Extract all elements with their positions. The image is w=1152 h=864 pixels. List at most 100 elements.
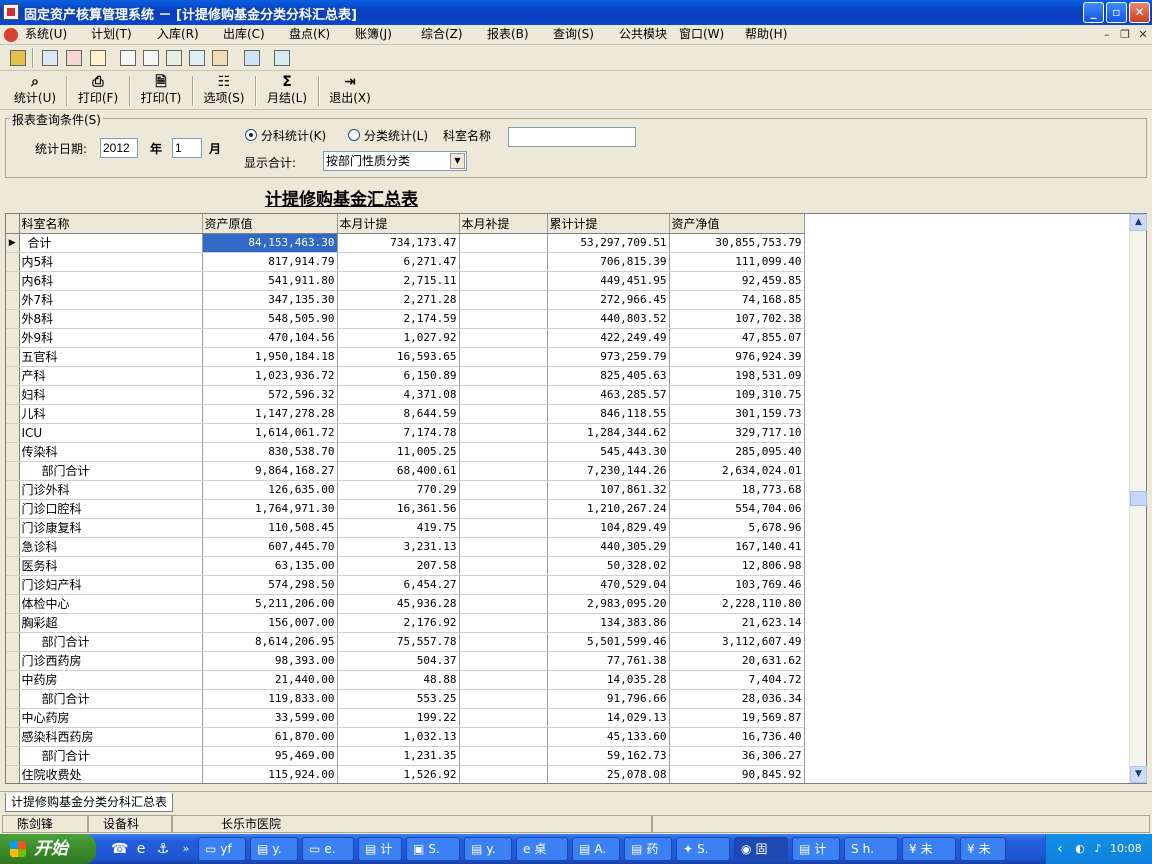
cell-month-accrual[interactable]: 2,176.92 [337,613,460,633]
tray-volume-icon[interactable]: ♪ [1090,841,1106,857]
cell-accumulated[interactable]: 706,815.39 [547,252,670,272]
cell-accumulated[interactable]: 134,383.86 [547,613,670,633]
cell-month-supplement[interactable] [459,461,548,481]
cell-net-value[interactable]: 20,631.62 [669,651,805,671]
cell-month-supplement[interactable] [459,366,548,386]
cell-accumulated[interactable]: 7,230,144.26 [547,461,670,481]
cell-month-supplement[interactable] [459,290,548,310]
table-row[interactable]: 部门合计 119,833.00 553.25 91,796.66 28,036.34 [6,689,805,709]
cell-original-value[interactable]: 98,393.00 [202,651,338,671]
menu-window[interactable]: 窗口(W) [679,26,724,43]
cell-dept-name[interactable]: 部门合计 [19,632,203,652]
cell-month-supplement[interactable] [459,347,548,367]
cell-dept-name[interactable]: 外7科 [19,290,203,310]
cell-dept-name[interactable]: 内5科 [19,252,203,272]
row-indicator[interactable] [6,765,20,783]
table-row[interactable]: 外8科 548,505.90 2,174.59 440,803.52 107,702.3… [6,309,805,329]
cell-net-value[interactable]: 5,678.96 [669,518,805,538]
menu-plan[interactable]: 计划(T) [91,26,132,43]
cell-net-value[interactable]: 28,036.34 [669,689,805,709]
cell-month-accrual[interactable]: 734,173.47 [337,233,460,253]
cell-month-supplement[interactable] [459,499,548,519]
cell-accumulated[interactable]: 91,796.66 [547,689,670,709]
cell-month-accrual[interactable]: 7,174.78 [337,423,460,443]
cell-net-value[interactable]: 21,623.14 [669,613,805,633]
cell-dept-name[interactable]: 儿科 [19,404,203,424]
cell-dept-name[interactable]: 外8科 [19,309,203,329]
cell-month-accrual[interactable]: 199.22 [337,708,460,728]
cell-dept-name[interactable]: 门诊外科 [19,480,203,500]
cell-month-supplement[interactable] [459,271,548,291]
table-row[interactable]: ICU 1,614,061.72 7,174.78 1,284,344.62 329,7… [6,423,805,443]
scroll-down-icon[interactable]: ▼ [1130,766,1147,783]
cell-original-value[interactable]: 607,445.70 [202,537,338,557]
cell-net-value[interactable]: 74,168.85 [669,290,805,310]
cell-net-value[interactable]: 18,773.68 [669,480,805,500]
cell-net-value[interactable]: 92,459.85 [669,271,805,291]
cell-original-value[interactable]: 61,870.00 [202,727,338,747]
table-row[interactable]: 部门合计 8,614,206.95 75,557.78 5,501,599.46 3,1… [6,632,805,652]
key-icon[interactable] [10,50,26,66]
cell-net-value[interactable]: 111,099.40 [669,252,805,272]
tab-summary-report[interactable]: 计提修购基金分类分科汇总表 [5,793,174,812]
cell-accumulated[interactable]: 449,451.95 [547,271,670,291]
cell-month-accrual[interactable]: 207.58 [337,556,460,576]
table-row[interactable]: 住院收费处 115,924.00 1,526.92 25,078.08 90,845.9… [6,765,805,783]
cell-original-value[interactable]: 817,914.79 [202,252,338,272]
year-input[interactable] [100,138,138,158]
cell-month-accrual[interactable]: 48.88 [337,670,460,690]
cell-original-value[interactable]: 1,614,061.72 [202,423,338,443]
row-indicator[interactable] [6,366,20,386]
cell-month-accrual[interactable]: 6,271.47 [337,252,460,272]
copy-document-icon[interactable] [143,50,159,66]
dept-stat-radio-label[interactable]: 分科统计(K) [261,127,326,144]
cell-month-accrual[interactable]: 1,231.35 [337,746,460,766]
cell-month-supplement[interactable] [459,746,548,766]
cell-original-value[interactable]: 1,950,184.18 [202,347,338,367]
calculator-icon[interactable] [166,50,182,66]
scroll-thumb[interactable] [1130,491,1147,506]
table-row[interactable]: 产科 1,023,936.72 6,150.89 825,405.63 198,531.… [6,366,805,386]
col-header-month-accrual[interactable]: 本月计提 [337,214,460,234]
cell-net-value[interactable]: 301,159.73 [669,404,805,424]
cell-accumulated[interactable]: 25,078.08 [547,765,670,783]
dept-stat-radio[interactable] [245,129,257,141]
taskbar-button[interactable]: ▤ 计 [792,837,840,861]
row-indicator[interactable] [6,708,20,728]
cell-net-value[interactable]: 47,855.07 [669,328,805,348]
maximize-button[interactable]: ▫ [1106,2,1127,23]
table-row[interactable]: 外9科 470,104.56 1,027.92 422,249.49 47,855.07 [6,328,805,348]
export-icon[interactable] [66,50,82,66]
cell-dept-name[interactable]: 感染科西药房 [19,727,203,747]
taskbar-button[interactable]: ▭ e. [302,837,354,861]
cell-accumulated[interactable]: 825,405.63 [547,366,670,386]
menu-query[interactable]: 查询(S) [553,26,594,43]
cell-month-accrual[interactable]: 419.75 [337,518,460,538]
import-icon[interactable] [42,50,58,66]
cell-month-supplement[interactable] [459,556,548,576]
cell-net-value[interactable]: 16,736.40 [669,727,805,747]
cell-month-supplement[interactable] [459,765,548,783]
row-indicator[interactable] [6,651,20,671]
cell-month-accrual[interactable]: 2,271.28 [337,290,460,310]
current-row-indicator-icon[interactable]: ▶ [6,233,20,253]
table-row[interactable]: 内6科 541,911.80 2,715.11 449,451.95 92,459.85 [6,271,805,291]
title-bar[interactable]: 固定资产核算管理系统 － [计提修购基金分类分科汇总表] _ ▫ ✕ [0,0,1152,25]
books-icon[interactable] [212,50,228,66]
cell-original-value[interactable]: 95,469.00 [202,746,338,766]
cell-original-value[interactable]: 470,104.56 [202,328,338,348]
month-input[interactable] [172,138,202,158]
cell-month-accrual[interactable]: 45,936.28 [337,594,460,614]
menu-public-module[interactable]: 公共模块 [619,26,667,43]
cell-dept-name[interactable]: ICU [19,423,203,443]
cell-month-supplement[interactable] [459,328,548,348]
cell-month-supplement[interactable] [459,670,548,690]
clock[interactable]: 10:08 [1110,842,1142,855]
table-row[interactable]: 门诊康复科 110,508.45 419.75 104,829.49 5,678.96 [6,518,805,538]
system-menu-icon[interactable] [4,28,18,42]
mdi-minimize-icon[interactable]: – [1099,27,1115,42]
cell-accumulated[interactable]: 53,297,709.51 [547,233,670,253]
cell-accumulated[interactable]: 45,133.60 [547,727,670,747]
cell-dept-name[interactable]: 门诊康复科 [19,518,203,538]
taskbar-button[interactable]: ▭ yf [198,837,246,861]
